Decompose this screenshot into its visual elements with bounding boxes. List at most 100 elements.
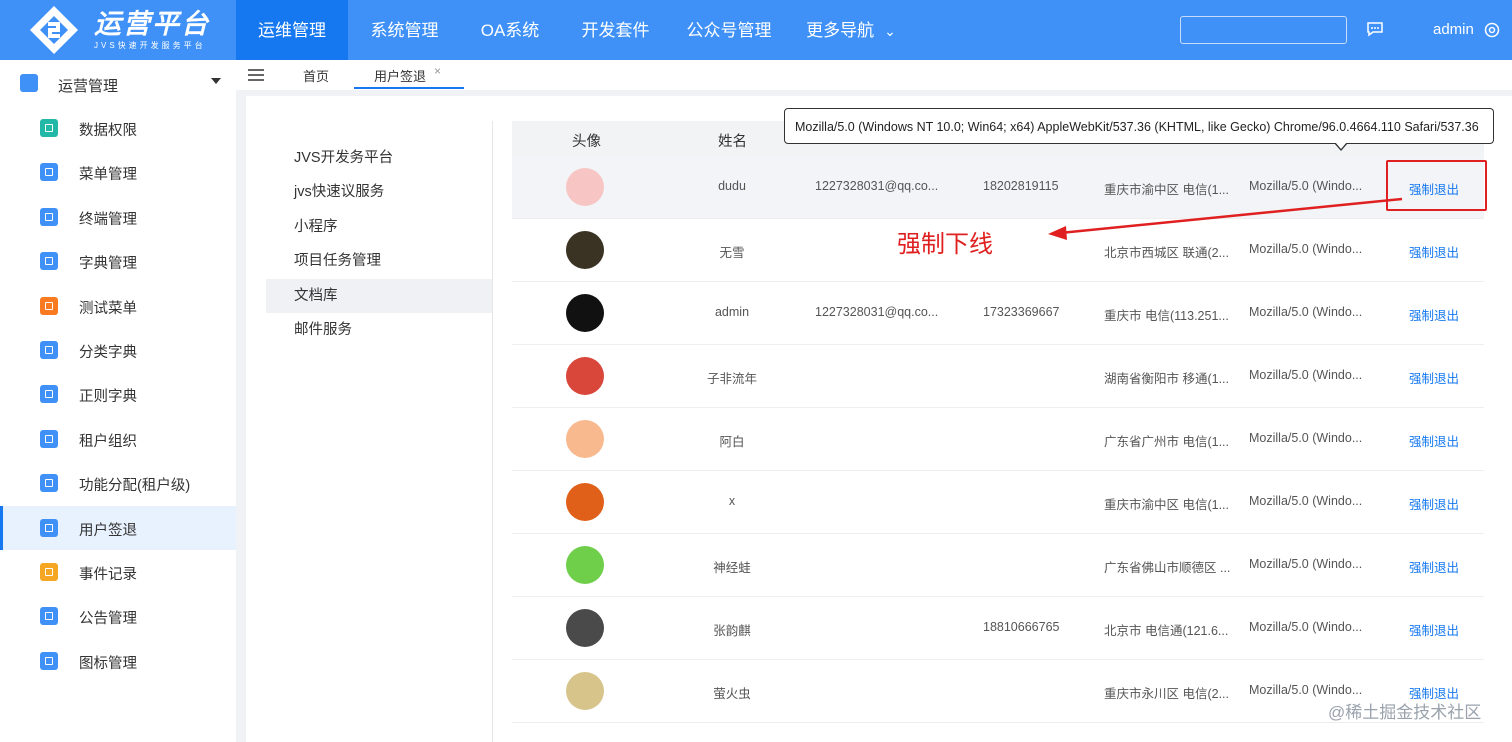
force-logout-link[interactable]: 强制退出 bbox=[1409, 242, 1459, 261]
cell-email: 1227328031@qq.co... bbox=[815, 305, 939, 319]
sidebar-item[interactable]: 图标管理 bbox=[0, 639, 236, 683]
sidebar-item[interactable]: 正则字典 bbox=[0, 372, 236, 416]
cell-user-agent: Mozilla/5.0 (Windo... bbox=[1249, 431, 1363, 445]
menu-item-icon bbox=[40, 651, 58, 670]
cell-name: 阿白 bbox=[719, 435, 745, 449]
nav-item-wechat[interactable]: 公众号管理 bbox=[672, 0, 786, 60]
user-name[interactable]: admin bbox=[1433, 21, 1474, 38]
logo-subtitle: JVS快速开发服务平台 bbox=[94, 41, 206, 50]
sidebar-item[interactable]: 公告管理 bbox=[0, 594, 236, 638]
user-agent-tooltip: Mozilla/5.0 (Windows NT 10.0; Win64; x64… bbox=[784, 108, 1494, 144]
app-list-item[interactable]: 项目任务管理 bbox=[266, 244, 492, 278]
table-row: 神经蛙 广东省佛山市顺德区 ... Mozilla/5.0 (Windo... 强制退… bbox=[512, 534, 1484, 597]
message-icon[interactable] bbox=[1366, 20, 1384, 38]
nav-item-ops[interactable]: 运维管理 bbox=[236, 0, 348, 60]
force-logout-link[interactable]: 强制退出 bbox=[1409, 431, 1459, 450]
menu-item-icon bbox=[40, 207, 58, 226]
sidebar-item[interactable]: 功能分配(租户级) bbox=[0, 461, 236, 505]
sidebar-item-label: 字典管理 bbox=[79, 256, 137, 273]
cell-user-agent: Mozilla/5.0 (Windo... bbox=[1249, 683, 1363, 697]
sidebar-item[interactable]: 用户签退 bbox=[0, 505, 236, 551]
top-nav: 运维管理 系统管理 OA系统 开发套件 公众号管理 更多导航 ⌄ bbox=[236, 0, 916, 60]
sidebar-item[interactable]: 字典管理 bbox=[0, 239, 236, 283]
menu-item-icon bbox=[40, 119, 58, 137]
logo[interactable]: 运营平台 JVS快速开发服务平台 bbox=[0, 0, 236, 60]
cell-ip-location: 重庆市 电信(113.251... bbox=[1104, 309, 1229, 323]
close-icon[interactable]: × bbox=[434, 64, 441, 78]
tooltip-arrow bbox=[1334, 142, 1348, 151]
nav-item-oa[interactable]: OA系统 bbox=[461, 0, 559, 60]
logo-title: 运营平台 bbox=[94, 9, 210, 39]
table-row: admin 1227328031@qq.co... 17323369667 重庆市 电… bbox=[512, 282, 1484, 345]
cell-user-agent: Mozilla/5.0 (Windo... bbox=[1249, 368, 1363, 382]
cell-phone: 18810666765 bbox=[983, 620, 1060, 634]
tab-user-signout[interactable]: 用户签退 bbox=[374, 66, 426, 85]
force-logout-link[interactable]: 强制退出 bbox=[1409, 557, 1459, 576]
sidebar-item-label: 分类字典 bbox=[79, 344, 137, 361]
table-body: dudu 1227328031@qq.co... 18202819115 重庆市渝中区… bbox=[512, 156, 1484, 723]
app-list-item[interactable]: JVS开发务平台 bbox=[266, 141, 492, 175]
app-list: JVS开发务平台 jvs快速议服务 小程序 项目任务管理 文档库 邮件服务 bbox=[266, 141, 492, 347]
cell-user-agent: Mozilla/5.0 (Windo... bbox=[1249, 242, 1363, 256]
watermark: @稀土掘金技术社区 bbox=[1328, 703, 1482, 722]
cell-ip-location: 北京市西城区 联通(2... bbox=[1104, 246, 1230, 260]
app-list-item[interactable]: jvs快速议服务 bbox=[266, 175, 492, 209]
force-logout-link[interactable]: 强制退出 bbox=[1409, 494, 1459, 513]
sidebar-group-header[interactable]: 运营管理 bbox=[0, 60, 236, 106]
cell-user-agent: Mozilla/5.0 (Windo... bbox=[1249, 305, 1363, 319]
sidebar-item-label: 图标管理 bbox=[79, 655, 137, 672]
sidebar-item-label: 终端管理 bbox=[79, 211, 137, 228]
force-logout-link[interactable]: 强制退出 bbox=[1409, 620, 1459, 639]
tabs-bar: 首页 用户签退 × bbox=[236, 60, 1512, 90]
divider bbox=[492, 121, 493, 742]
cell-name: 子非流年 bbox=[706, 372, 758, 386]
force-logout-link[interactable]: 强制退出 bbox=[1409, 368, 1459, 387]
sidebar-item[interactable]: 事件记录 bbox=[0, 550, 236, 594]
sidebar-item[interactable]: 菜单管理 bbox=[0, 150, 236, 194]
cell-name: x bbox=[728, 494, 736, 508]
menu-item-icon bbox=[40, 385, 58, 404]
sidebar-item[interactable]: 测试菜单 bbox=[0, 284, 236, 328]
avatar bbox=[566, 357, 604, 395]
cell-ip-location: 重庆市渝中区 电信(1... bbox=[1104, 183, 1230, 197]
settings-icon[interactable] bbox=[1484, 22, 1500, 38]
avatar bbox=[566, 609, 604, 647]
search-input[interactable] bbox=[1180, 16, 1347, 44]
sidebar-item[interactable]: 终端管理 bbox=[0, 195, 236, 239]
cell-ip-location: 北京市 电信通(121.6... bbox=[1104, 624, 1229, 638]
app-list-item[interactable]: 小程序 bbox=[266, 210, 492, 244]
sidebar-item-label: 功能分配(租户级) bbox=[79, 478, 191, 495]
sidebar-item-label: 菜单管理 bbox=[79, 167, 137, 184]
cell-ip-location: 广东省广州市 电信(1... bbox=[1104, 435, 1230, 449]
session-table: 头像 姓名 dudu 1227328031@qq.co... 18202819115… bbox=[512, 121, 1484, 723]
menu-item-icon bbox=[40, 562, 58, 581]
cell-name: 萤火虫 bbox=[713, 687, 751, 701]
force-logout-link[interactable]: 强制退出 bbox=[1409, 305, 1459, 324]
cell-ip-location: 湖南省衡阳市 移通(1... bbox=[1104, 372, 1230, 386]
cell-name: 张韵麒 bbox=[713, 624, 751, 638]
cell-name: 无雪 bbox=[719, 246, 745, 260]
sidebar-item[interactable]: 分类字典 bbox=[0, 328, 236, 372]
avatar bbox=[566, 420, 604, 458]
sidebar-item-label: 用户签退 bbox=[79, 522, 137, 539]
menu-item-icon bbox=[40, 252, 58, 271]
sidebar-item[interactable]: 租户组织 bbox=[0, 417, 236, 461]
cell-user-agent: Mozilla/5.0 (Windo... bbox=[1249, 557, 1363, 571]
chevron-down-icon: ⌄ bbox=[884, 23, 896, 39]
sidebar-item-label: 测试菜单 bbox=[79, 300, 137, 317]
cell-phone: 18202819115 bbox=[983, 179, 1059, 193]
sidebar-item[interactable]: 数据权限 bbox=[0, 106, 236, 150]
tab-home[interactable]: 首页 bbox=[303, 66, 329, 85]
nav-item-devkit[interactable]: 开发套件 bbox=[559, 0, 672, 60]
cell-name: admin bbox=[714, 305, 750, 319]
annotation-box bbox=[1386, 160, 1487, 211]
menu-toggle-icon[interactable] bbox=[248, 69, 264, 81]
active-tab-indicator bbox=[354, 87, 464, 89]
nav-item-more[interactable]: 更多导航 ⌄ bbox=[786, 0, 916, 60]
avatar bbox=[566, 231, 604, 269]
app-list-item[interactable]: 文档库 bbox=[266, 278, 492, 313]
sidebar-item-label: 事件记录 bbox=[79, 566, 137, 583]
app-list-item[interactable]: 邮件服务 bbox=[266, 313, 492, 347]
nav-item-system[interactable]: 系统管理 bbox=[348, 0, 461, 60]
avatar bbox=[566, 168, 604, 206]
